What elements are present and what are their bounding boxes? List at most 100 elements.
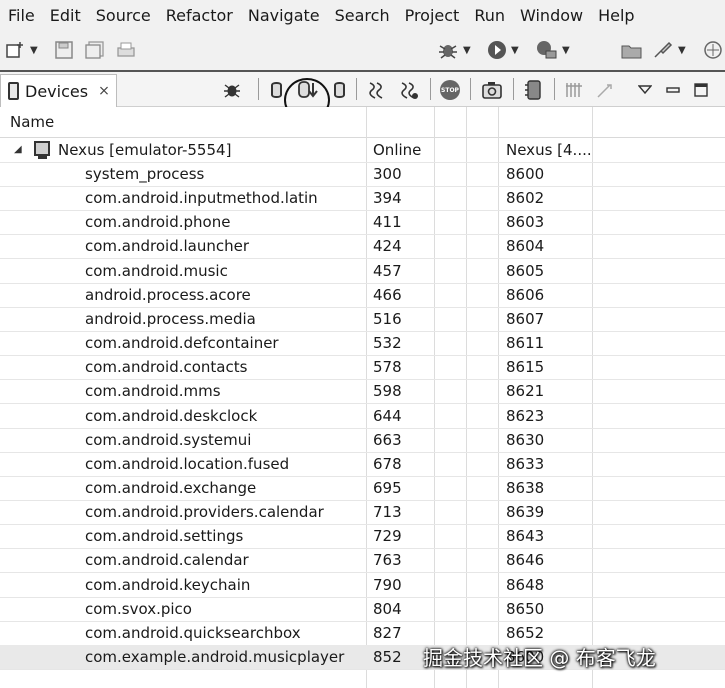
process-pid: 644 bbox=[373, 406, 402, 425]
process-pid: 804 bbox=[373, 599, 402, 618]
process-name: com.android.keychain bbox=[85, 575, 251, 594]
debug-process-icon[interactable] bbox=[221, 79, 243, 101]
process-name: com.android.location.fused bbox=[85, 454, 290, 473]
process-name: com.android.exchange bbox=[85, 478, 257, 497]
menu-refactor[interactable]: Refactor bbox=[158, 6, 240, 25]
device-avd: Nexus [4.... bbox=[506, 141, 592, 159]
debug-port: 8643 bbox=[506, 527, 545, 546]
table-row[interactable]: com.android.exchange 695 8638 bbox=[0, 476, 725, 501]
process-name: com.android.contacts bbox=[85, 358, 248, 377]
process-name: com.android.deskclock bbox=[85, 406, 258, 425]
table-row[interactable]: com.android.phone 411 8603 bbox=[0, 210, 725, 236]
process-pid: 852 bbox=[373, 648, 402, 666]
new-wizard-icon[interactable]: ▼ bbox=[6, 40, 38, 60]
debug-port: 8611 bbox=[506, 334, 545, 352]
process-pid: 729 bbox=[373, 527, 402, 546]
process-name: system_process bbox=[85, 165, 205, 183]
device-row[interactable]: ◢ Nexus [emulator-5554] Online Nexus [4.… bbox=[0, 138, 725, 163]
process-name: com.android.calendar bbox=[85, 551, 249, 570]
toolbar-separator bbox=[356, 78, 357, 100]
table-row[interactable]: com.android.keychain 790 8648 bbox=[0, 573, 725, 598]
expand-collapse-icon[interactable]: ◢ bbox=[14, 144, 22, 155]
process-pid: 790 bbox=[373, 575, 402, 594]
minimize-icon[interactable] bbox=[664, 79, 682, 101]
main-toolbar: ▼ ▼ ▼ ▼ ▼ bbox=[0, 30, 725, 72]
menu-source[interactable]: Source bbox=[88, 6, 158, 25]
print-icon[interactable] bbox=[116, 40, 136, 60]
process-name: com.android.defcontainer bbox=[85, 334, 279, 352]
table-row[interactable]: com.android.defcontainer 532 8611 bbox=[0, 331, 725, 356]
toolbar-separator bbox=[470, 78, 471, 100]
table-row[interactable]: com.android.calendar 763 8646 bbox=[0, 548, 725, 574]
dump-view-hierarchy-icon[interactable] bbox=[522, 79, 546, 101]
process-pid: 516 bbox=[373, 309, 402, 328]
table-row[interactable]: com.svox.pico 804 8650 bbox=[0, 597, 725, 622]
menu-search[interactable]: Search bbox=[327, 6, 397, 25]
save-all-icon[interactable] bbox=[85, 40, 105, 60]
update-heap-icon[interactable] bbox=[266, 79, 286, 101]
process-name: com.android.phone bbox=[85, 213, 231, 232]
menu-help[interactable]: Help bbox=[590, 6, 641, 25]
systrace-icon[interactable] bbox=[563, 79, 585, 101]
process-pid: 466 bbox=[373, 285, 402, 304]
external-tools-icon[interactable]: ▼ bbox=[536, 40, 570, 60]
process-pid: 578 bbox=[373, 358, 402, 377]
maximize-icon[interactable] bbox=[692, 79, 710, 101]
debug-port: 8602 bbox=[506, 189, 545, 208]
stop-process-icon[interactable]: STOP bbox=[439, 79, 461, 101]
cause-gc-icon[interactable] bbox=[329, 79, 349, 101]
device-status: Online bbox=[373, 141, 422, 159]
table-row[interactable]: com.android.mms 598 8621 bbox=[0, 379, 725, 405]
table-row[interactable]: android.process.acore 466 8606 bbox=[0, 283, 725, 308]
menu-run[interactable]: Run bbox=[466, 6, 512, 25]
save-icon[interactable] bbox=[55, 40, 73, 60]
run-icon[interactable]: ▼ bbox=[487, 40, 519, 60]
devices-table: Name ◢ Nexus [emulator-5554] Online Nexu… bbox=[0, 107, 725, 688]
toolbar-separator bbox=[430, 78, 431, 100]
emulator-device-icon-stand bbox=[38, 156, 47, 159]
process-pid: 678 bbox=[373, 454, 402, 473]
table-row[interactable]: com.android.music 457 8605 bbox=[0, 259, 725, 284]
process-pid: 424 bbox=[373, 237, 402, 256]
debug-port: 8639 bbox=[506, 503, 545, 522]
process-pid: 300 bbox=[373, 165, 402, 183]
debug-port: 8623 bbox=[506, 406, 545, 425]
table-row[interactable]: com.android.launcher 424 8604 bbox=[0, 234, 725, 260]
launch-icon[interactable]: ▼ bbox=[652, 40, 686, 60]
menu-file[interactable]: File bbox=[0, 6, 42, 25]
watermark-text: 掘金技术社区 @ 布客飞龙 bbox=[423, 646, 656, 670]
view-menu-icon[interactable] bbox=[636, 79, 654, 101]
menu-navigate[interactable]: Navigate bbox=[240, 6, 327, 25]
close-icon[interactable]: ⨯ bbox=[98, 83, 110, 99]
menu-window[interactable]: Window bbox=[512, 6, 590, 25]
perspective-icon[interactable] bbox=[703, 40, 723, 60]
table-row[interactable]: com.android.location.fused 678 8633 bbox=[0, 452, 725, 477]
toolbar-separator bbox=[513, 78, 514, 100]
column-header-name[interactable]: Name bbox=[10, 113, 54, 131]
table-row[interactable]: com.android.deskclock 644 8623 bbox=[0, 404, 725, 429]
opengl-trace-icon[interactable] bbox=[594, 79, 616, 101]
menu-project[interactable]: Project bbox=[397, 6, 467, 25]
debug-port: 8633 bbox=[506, 454, 545, 473]
start-method-profiling-icon[interactable] bbox=[398, 79, 420, 101]
tab-devices-label: Devices bbox=[25, 81, 89, 101]
table-row[interactable]: com.android.settings 729 8643 bbox=[0, 524, 725, 550]
table-row[interactable]: com.android.contacts 578 8615 bbox=[0, 355, 725, 381]
debug-icon[interactable]: ▼ bbox=[437, 40, 471, 60]
process-pid: 532 bbox=[373, 334, 402, 352]
table-row[interactable]: com.android.systemui 663 8630 bbox=[0, 428, 725, 453]
update-threads-icon[interactable] bbox=[366, 79, 388, 101]
menu-bar: File Edit Source Refactor Navigate Searc… bbox=[0, 0, 725, 30]
toolbar-separator bbox=[554, 78, 555, 100]
debug-port: 8600 bbox=[506, 165, 545, 183]
table-row[interactable]: com.android.providers.calendar 713 8639 bbox=[0, 500, 725, 526]
process-pid: 763 bbox=[373, 551, 402, 570]
table-row[interactable]: system_process 300 8600 bbox=[0, 162, 725, 187]
table-row[interactable]: com.android.inputmethod.latin 394 8602 bbox=[0, 186, 725, 212]
screen-capture-icon[interactable] bbox=[480, 79, 504, 101]
table-row[interactable]: android.process.media 516 8607 bbox=[0, 307, 725, 332]
menu-edit[interactable]: Edit bbox=[42, 6, 88, 25]
open-perspective-icon[interactable] bbox=[621, 40, 643, 60]
debug-port: 8603 bbox=[506, 213, 545, 232]
tab-devices[interactable]: Devices ⨯ bbox=[0, 74, 117, 107]
